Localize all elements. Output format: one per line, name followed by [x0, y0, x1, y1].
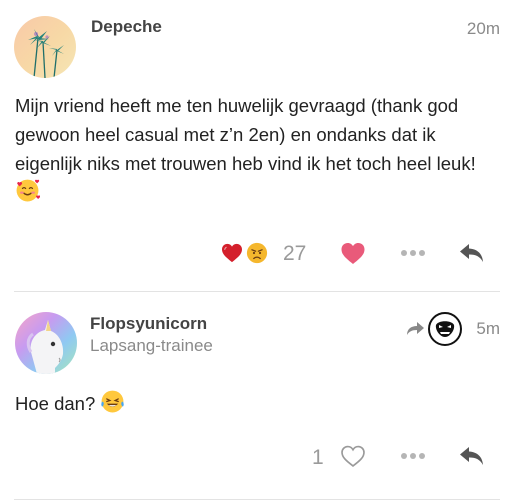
reaction-count[interactable]: 27 — [283, 242, 306, 266]
replied-user-avatar[interactable] — [428, 312, 462, 346]
username[interactable]: Flopsyunicorn — [90, 314, 207, 334]
username[interactable]: Depeche — [91, 17, 162, 37]
smiling-face-with-hearts-icon — [15, 178, 41, 211]
avatar[interactable] — [14, 16, 76, 78]
post-body-text: Mijn vriend heeft me ten huwelijk gevraa… — [15, 95, 476, 174]
reply-arrow-icon — [405, 320, 425, 337]
post-body-text: Hoe dan? — [15, 393, 96, 414]
like-count[interactable]: 1 — [312, 446, 324, 470]
heart-liked-icon[interactable] — [340, 242, 366, 265]
more-options-icon[interactable] — [400, 452, 426, 460]
post-actions: 1 — [0, 443, 514, 483]
reply-icon[interactable] — [458, 445, 486, 467]
timestamp: 5m — [476, 319, 500, 338]
post-body: Hoe dan? — [15, 389, 125, 422]
angry-face-reaction-icon[interactable] — [246, 242, 268, 264]
heart-reaction-icon[interactable] — [221, 243, 243, 263]
post: Flopsyunicorn Lapsang-trainee 5m Hoe dan… — [0, 292, 514, 500]
tears-of-joy-icon — [100, 389, 125, 422]
user-title: Lapsang-trainee — [90, 336, 213, 355]
post: Depeche 20m Mijn vriend heeft me ten huw… — [0, 0, 514, 292]
heart-outline-icon[interactable] — [340, 445, 366, 468]
reply-icon[interactable] — [458, 242, 486, 264]
avatar[interactable] — [15, 312, 77, 374]
more-options-icon[interactable] — [400, 249, 426, 257]
post-body: Mijn vriend heeft me ten huwelijk gevraa… — [15, 91, 505, 211]
post-actions: 27 — [0, 234, 514, 274]
timestamp: 20m — [466, 19, 500, 38]
